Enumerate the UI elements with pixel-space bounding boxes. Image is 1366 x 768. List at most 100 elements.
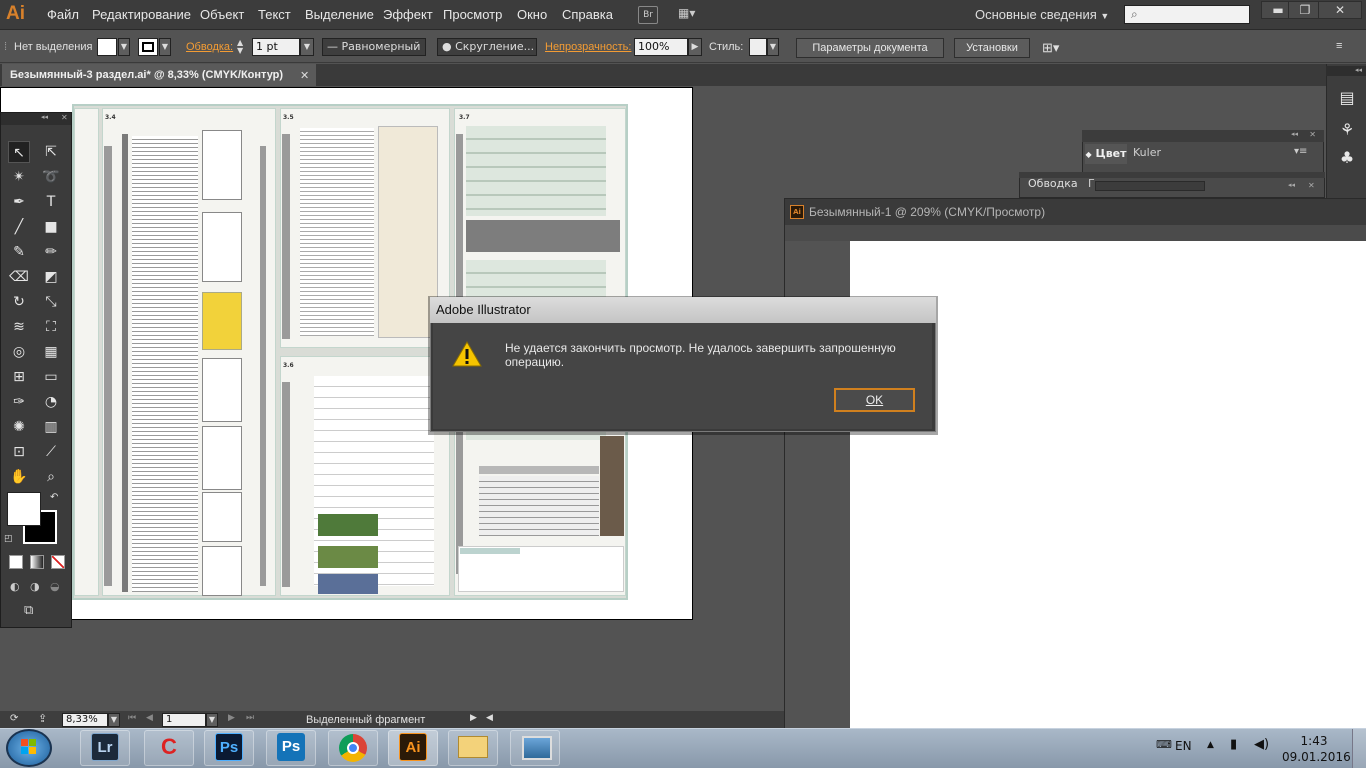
status-menu-icon[interactable]: ▶ [470, 713, 477, 723]
align-icon[interactable]: ⊞▾ [1042, 40, 1059, 56]
stepper-icon[interactable]: ▲ ▼ [237, 39, 249, 55]
fill-color-swatch[interactable] [97, 38, 117, 56]
document-window-2-title[interactable]: Безымянный-1 @ 209% (CMYK/Просмотр) [785, 199, 1366, 225]
opacity-field[interactable]: 100% [634, 38, 688, 56]
mesh-tool-icon[interactable]: ⊞ [8, 366, 30, 388]
symbol-sprayer-tool-icon[interactable]: ✺ [8, 416, 30, 438]
default-colors-icon[interactable]: ◰ [4, 534, 13, 544]
panel-menu-icon[interactable]: ≡ [1336, 40, 1342, 52]
clock-date[interactable]: 09.01.2016 [1282, 750, 1351, 764]
variable-width-profile[interactable]: — Равномерный [322, 38, 426, 56]
chevron-right-icon[interactable]: ▶ [688, 38, 702, 56]
close-button[interactable]: ✕ [1318, 1, 1362, 19]
collapse-icon[interactable]: ◂◂ [1288, 181, 1295, 189]
menu-help[interactable]: Справка [562, 7, 613, 22]
last-page-icon[interactable]: ⏭ [246, 713, 254, 723]
rotate-tool-icon[interactable]: ↻ [8, 291, 30, 313]
none-mode-icon[interactable] [51, 555, 65, 569]
ok-button[interactable]: OK [834, 388, 915, 412]
magic-wand-tool-icon[interactable]: ✴ [8, 166, 30, 188]
direct-selection-tool-icon[interactable]: ⇱ [40, 141, 62, 163]
menu-window[interactable]: Окно [517, 7, 547, 22]
shape-builder-tool-icon[interactable]: ◎ [8, 341, 30, 363]
menu-effect[interactable]: Эффект [383, 7, 433, 22]
menu-object[interactable]: Объект [200, 7, 244, 22]
color-mode-icon[interactable] [9, 555, 23, 569]
hand-tool-icon[interactable]: ✋ [8, 466, 30, 488]
free-transform-tool-icon[interactable]: ⛶ [40, 316, 62, 338]
perspective-grid-tool-icon[interactable]: ▦ [40, 341, 62, 363]
volume-icon[interactable]: ◀) [1254, 737, 1269, 752]
type-tool-icon[interactable]: T [40, 191, 62, 213]
close-icon[interactable]: ✕ [300, 69, 309, 82]
stroke-label[interactable]: Обводка: [186, 41, 233, 53]
selection-tool-icon[interactable]: ↖ [8, 141, 30, 163]
document-setup-button[interactable]: Параметры документа [796, 38, 944, 58]
clock-time[interactable]: 1:43 [1286, 734, 1342, 749]
menu-select[interactable]: Выделение [305, 7, 374, 22]
preferences-button[interactable]: Установки [954, 38, 1030, 58]
swatches-panel-icon[interactable]: ♣ [1335, 148, 1359, 170]
rectangle-tool-icon[interactable]: ■ [40, 216, 62, 238]
keyboard-icon[interactable]: ⌨ [1156, 738, 1172, 751]
color-panel-icon[interactable]: ▤ [1335, 88, 1359, 110]
chevron-down-icon[interactable]: ▼ [159, 38, 171, 56]
chevron-down-icon[interactable]: ▼ [300, 38, 314, 56]
column-graph-tool-icon[interactable]: ▥ [40, 416, 62, 438]
chevron-down-icon[interactable]: ▼ [118, 38, 130, 56]
chevron-down-icon[interactable]: ▼ [206, 713, 218, 727]
search-input[interactable]: ⌕ [1124, 5, 1250, 24]
rotate-view-icon[interactable]: ⟳ [10, 713, 18, 724]
draw-inside-icon[interactable]: ◒ [50, 580, 64, 594]
menu-view[interactable]: Просмотр [443, 7, 502, 22]
eraser-tool-icon[interactable]: ◩ [40, 266, 62, 288]
swap-colors-icon[interactable]: ↶ [50, 492, 58, 503]
eyedropper-tool-icon[interactable]: ✑ [8, 391, 30, 413]
share-icon[interactable]: ⇪ [38, 712, 47, 725]
workspace-switcher[interactable]: Основные сведения ▼ [975, 7, 1109, 22]
tray-expand-icon[interactable]: ▲ [1207, 740, 1214, 750]
tab-color[interactable]: ◆ Цвет [1085, 144, 1127, 164]
zoom-field[interactable]: 8,33% [62, 713, 108, 727]
language-indicator[interactable]: EN [1175, 739, 1192, 753]
fill-color-box[interactable] [7, 492, 41, 526]
tools-panel-header[interactable]: ◂◂ ✕ [1, 113, 71, 125]
scroll-left-icon[interactable]: ◀ [486, 713, 493, 723]
collapse-dock-icon[interactable]: ◂◂ [1326, 66, 1366, 76]
close-icon[interactable]: ✕ [1308, 181, 1315, 190]
tab-document-1[interactable]: Безымянный-3 раздел.ai* @ 8,33% (CMYK/Ко… [2, 64, 316, 86]
warp-tool-icon[interactable]: ≋ [8, 316, 30, 338]
graphic-style-swatch[interactable] [749, 38, 767, 56]
start-button[interactable] [6, 729, 52, 767]
brush-definition[interactable]: ● Скругление... [437, 38, 537, 56]
first-page-icon[interactable]: ⏮ [128, 713, 136, 723]
panel-menu-icon[interactable]: ▾≡ [1294, 146, 1307, 157]
network-icon[interactable]: ▮ [1230, 737, 1237, 752]
draw-normal-icon[interactable]: ◐ [10, 580, 24, 594]
tab-gradient[interactable]: Г [1088, 177, 1095, 190]
screen-mode-icon[interactable]: ⧉ [24, 603, 48, 619]
menu-type[interactable]: Текст [258, 7, 291, 22]
blend-tool-icon[interactable]: ◔ [40, 391, 62, 413]
previous-page-icon[interactable]: ◀ [146, 713, 153, 723]
tab-stroke[interactable]: Обводка [1028, 177, 1078, 190]
show-desktop-button[interactable] [1352, 729, 1366, 768]
bridge-button[interactable]: Br [638, 6, 658, 24]
arrange-documents-icon[interactable]: ▦▾ [678, 6, 706, 24]
stroke-color-swatch[interactable] [138, 38, 158, 56]
lasso-tool-icon[interactable]: ➰ [40, 166, 62, 188]
pencil-tool-icon[interactable]: ✏ [40, 241, 62, 263]
scale-tool-icon[interactable]: ⤡ [40, 291, 62, 313]
pen-tool-icon[interactable]: ✒ [8, 191, 30, 213]
paintbrush-tool-icon[interactable]: ✎ [8, 241, 30, 263]
restore-button[interactable]: ❐ [1288, 1, 1322, 19]
stroke-weight-field[interactable]: 1 pt [252, 38, 300, 56]
gradient-mode-icon[interactable] [30, 555, 44, 569]
tab-kuler[interactable]: Kuler [1133, 146, 1161, 159]
gradient-tool-icon[interactable]: ▭ [40, 366, 62, 388]
status-text[interactable]: Выделенный фрагмент [306, 714, 425, 726]
chevron-down-icon[interactable]: ▼ [767, 38, 779, 56]
color-panel-header[interactable]: ◂◂ ✕ [1082, 130, 1324, 142]
page-field[interactable]: 1 [162, 713, 206, 727]
slice-tool-icon[interactable]: ⟋ [40, 441, 62, 463]
